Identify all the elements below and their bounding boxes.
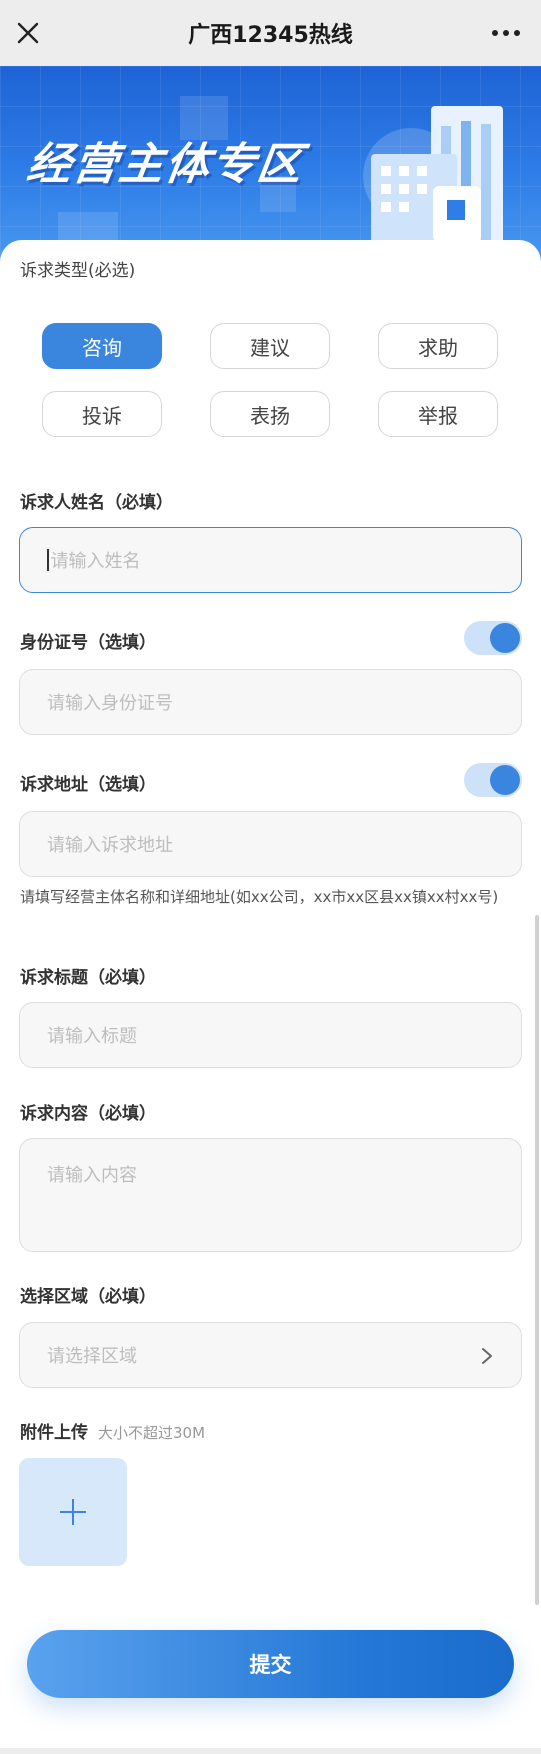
subject-label: 诉求标题（必填） xyxy=(20,968,156,988)
id-toggle[interactable] xyxy=(464,621,522,655)
bottom-bar xyxy=(0,1748,541,1754)
building-illustration xyxy=(363,106,503,266)
banner: 经营主体专区 xyxy=(0,66,541,266)
type-option-praise[interactable]: 表扬 xyxy=(210,391,330,437)
region-select[interactable]: 请选择区域 xyxy=(19,1322,522,1388)
type-option-report[interactable]: 举报 xyxy=(378,391,498,437)
chevron-right-icon xyxy=(482,1348,492,1364)
id-input[interactable]: 请输入身份证号 xyxy=(19,669,522,735)
name-label: 诉求人姓名（必填） xyxy=(20,493,173,513)
more-icon[interactable] xyxy=(491,24,521,42)
id-label: 身份证号（选填） xyxy=(20,633,156,653)
address-toggle[interactable] xyxy=(464,763,522,797)
top-bar: 广西12345热线 xyxy=(0,0,541,66)
subject-placeholder: 请输入标题 xyxy=(47,1026,137,1047)
toggle-knob xyxy=(490,765,520,795)
content-textarea[interactable]: 请输入内容 xyxy=(19,1138,522,1252)
content-placeholder: 请输入内容 xyxy=(47,1165,137,1186)
upload-button[interactable] xyxy=(19,1458,127,1566)
toggle-knob xyxy=(490,623,520,653)
close-icon[interactable] xyxy=(14,19,42,47)
plus-icon xyxy=(60,1499,86,1525)
submit-button[interactable]: 提交 xyxy=(27,1630,514,1698)
banner-title: 经营主体专区 xyxy=(23,139,307,190)
address-hint: 请填写经营主体名称和详细地址(如xx公司，xx市xx区县xx镇xx村xx号) xyxy=(20,888,499,906)
address-placeholder: 请输入诉求地址 xyxy=(47,835,173,856)
type-option-complaint[interactable]: 投诉 xyxy=(42,391,162,437)
subject-input[interactable]: 请输入标题 xyxy=(19,1002,522,1068)
page-title: 广西12345热线 xyxy=(188,23,353,48)
content-label: 诉求内容（必填） xyxy=(20,1104,156,1124)
address-label: 诉求地址（选填） xyxy=(20,775,156,795)
id-placeholder: 请输入身份证号 xyxy=(47,693,173,714)
scrollbar[interactable] xyxy=(535,915,539,1605)
type-label: 诉求类型(必选) xyxy=(20,261,136,281)
region-label: 选择区域（必填） xyxy=(20,1287,156,1307)
address-input[interactable]: 请输入诉求地址 xyxy=(19,811,522,877)
region-placeholder: 请选择区域 xyxy=(47,1346,137,1367)
name-placeholder: 请输入姓名 xyxy=(50,551,141,572)
type-option-consult[interactable]: 咨询 xyxy=(42,323,162,369)
attachment-title: 附件上传 xyxy=(20,1423,88,1443)
name-input[interactable]: 请输入姓名 xyxy=(19,527,522,593)
text-caret xyxy=(47,549,49,571)
attachment-label: 附件上传 大小不超过30M xyxy=(20,1418,205,1443)
attachment-hint: 大小不超过30M xyxy=(98,1424,206,1442)
type-option-suggest[interactable]: 建议 xyxy=(210,323,330,369)
type-option-help[interactable]: 求助 xyxy=(378,323,498,369)
